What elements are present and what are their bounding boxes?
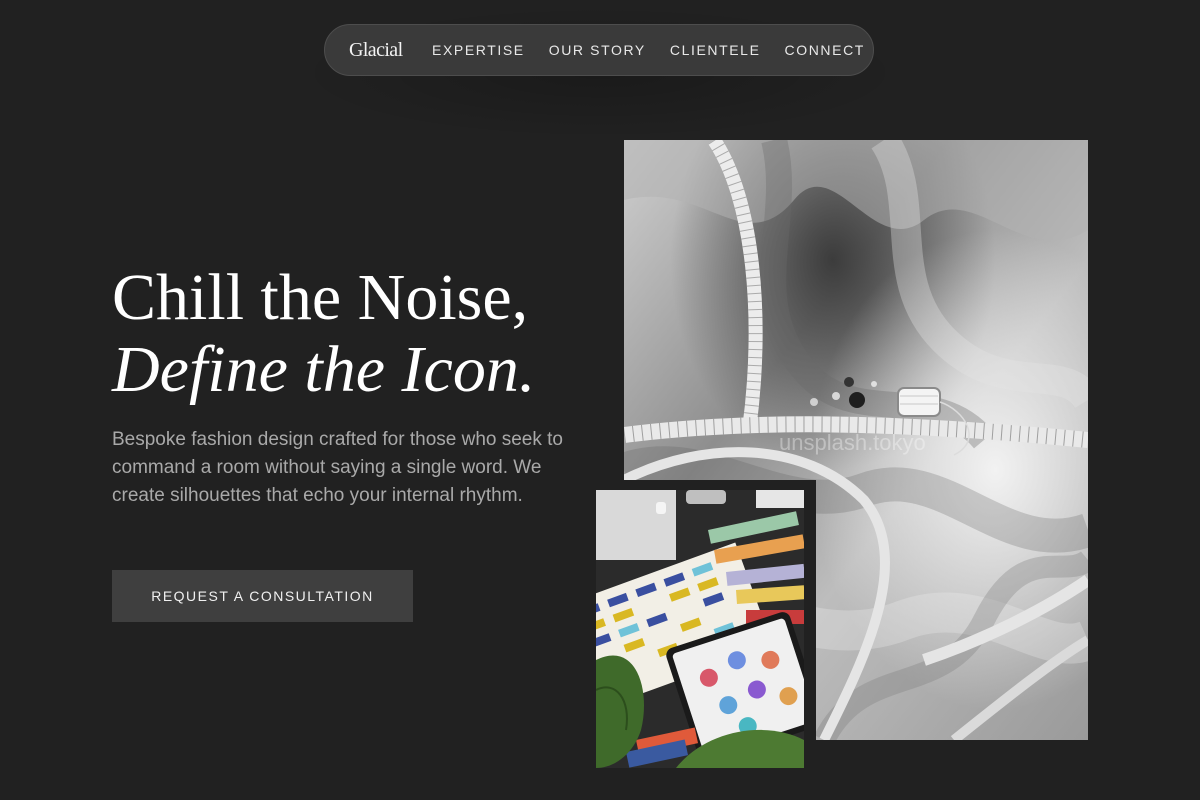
brand-logo[interactable]: Glacial xyxy=(349,39,403,62)
nav-link-connect[interactable]: CONNECT xyxy=(785,42,865,58)
nav-link-expertise[interactable]: EXPERTISE xyxy=(432,42,525,58)
nav-link-our-story[interactable]: OUR STORY xyxy=(549,42,646,58)
hero-heading-line-2: Define the Icon. xyxy=(112,333,536,406)
image-watermark: unsplash.tokyo xyxy=(779,430,926,455)
request-consultation-button[interactable]: REQUEST A CONSULTATION xyxy=(112,570,413,622)
hero-heading: Chill the Noise, Define the Icon. xyxy=(112,262,535,406)
top-navigation: Glacial EXPERTISE OUR STORY CLIENTELE CO… xyxy=(324,24,874,76)
color-swatches-image xyxy=(588,480,816,776)
hero-heading-line-1: Chill the Noise, xyxy=(112,261,529,334)
hero-description: Bespoke fashion design crafted for those… xyxy=(112,429,563,506)
nav-link-clientele[interactable]: CLIENTELE xyxy=(670,42,761,58)
nav-links: EXPERTISE OUR STORY CLIENTELE CONNECT xyxy=(432,25,889,75)
